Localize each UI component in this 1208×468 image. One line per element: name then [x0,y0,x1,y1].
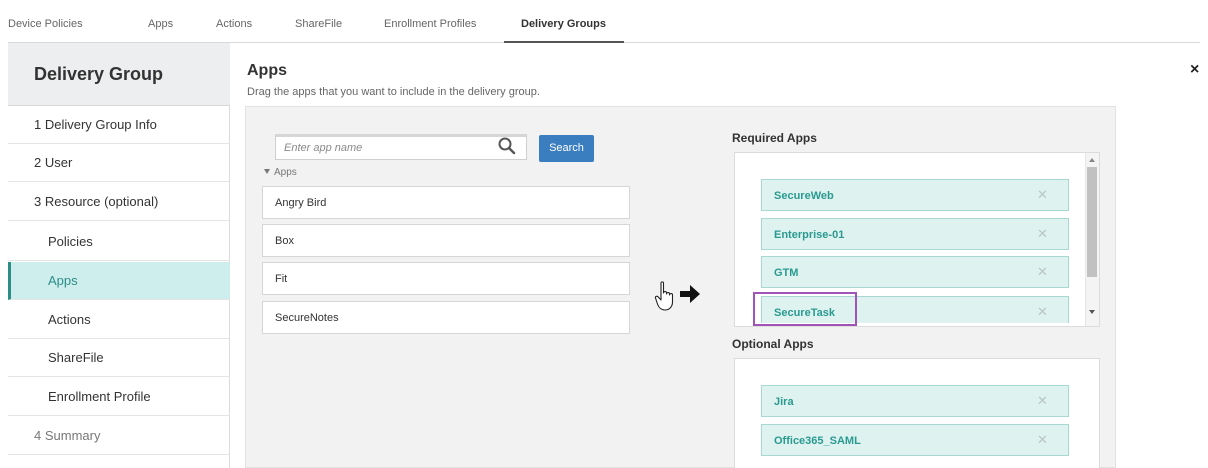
sidebar-item-label: Policies [48,234,93,249]
optional-app-chip[interactable]: Jira ✕ [761,385,1069,417]
sidebar-item-enrollment-profile[interactable]: Enrollment Profile [8,378,230,416]
tab-device-policies[interactable]: Device Policies [8,8,83,43]
chip-label: Jira [774,396,794,408]
tab-apps[interactable]: Apps [148,8,173,43]
scroll-down-icon[interactable] [1089,310,1095,314]
app-item-label: SecureNotes [275,312,339,324]
sidebar-item-resource[interactable]: 3 Resource (optional) [8,183,230,221]
sidebar: Delivery Group 1 Delivery Group Info 2 U… [8,43,230,468]
sidebar-header: Delivery Group [8,43,230,106]
highlight-frame [753,292,857,326]
app-item-label: Box [275,235,294,247]
remove-icon[interactable]: ✕ [1037,226,1048,242]
chip-label: Enterprise-01 [774,229,845,241]
sidebar-item-apps[interactable]: Apps [8,262,230,300]
available-app-item[interactable]: Box [262,224,630,257]
app-item-label: Angry Bird [275,197,327,209]
sidebar-item-user[interactable]: 2 User [8,144,230,182]
chip-label: GTM [774,267,799,279]
sidebar-item-sharefile[interactable]: ShareFile [8,339,230,377]
sidebar-item-label: 3 Resource (optional) [34,194,159,209]
close-icon[interactable]: × [1190,61,1199,79]
remove-icon[interactable]: ✕ [1037,187,1048,203]
sidebar-item-label: ShareFile [48,350,104,365]
sidebar-item-label: 1 Delivery Group Info [34,117,157,132]
search-field [275,134,527,160]
available-app-item[interactable]: Fit [262,262,630,295]
sidebar-item-label: 2 User [34,155,73,170]
top-tab-bar: Device Policies Apps Actions ShareFile E… [8,8,1200,43]
tab-enrollment-profiles[interactable]: Enrollment Profiles [384,8,476,43]
available-app-item[interactable]: SecureNotes [262,301,630,334]
tab-actions[interactable]: Actions [216,8,252,43]
page-subtitle: Drag the apps that you want to include i… [247,86,540,98]
remove-icon[interactable]: ✕ [1037,304,1048,320]
page-title: Apps [247,62,287,79]
tab-delivery-groups[interactable]: Delivery Groups [504,8,624,43]
scroll-thumb[interactable] [1087,167,1097,277]
sidebar-item-label: Enrollment Profile [48,389,151,404]
sidebar-item-label: Actions [48,312,91,327]
required-apps-title: Required Apps [732,131,817,145]
required-app-chip[interactable]: GTM ✕ [761,256,1069,288]
remove-icon[interactable]: ✕ [1037,393,1048,409]
sidebar-item-label: 4 Summary [34,428,101,443]
chip-label: Office365_SAML [774,435,861,447]
search-button[interactable]: Search [539,135,594,162]
apps-group-toggle[interactable]: Apps [264,167,297,178]
available-app-item[interactable]: Angry Bird [262,186,630,219]
optional-app-chip[interactable]: Office365_SAML ✕ [761,424,1069,456]
caret-down-icon [264,169,270,174]
required-app-chip[interactable]: Enterprise-01 ✕ [761,218,1069,250]
sidebar-item-summary[interactable]: 4 Summary [8,417,230,455]
drag-hand-arrow-icon [654,281,700,311]
sidebar-item-delivery-group-info[interactable]: 1 Delivery Group Info [8,106,230,144]
sidebar-title: Delivery Group [34,64,164,84]
optional-apps-title: Optional Apps [732,337,814,351]
search-input[interactable] [284,140,484,156]
app-item-label: Fit [275,273,288,285]
tab-sharefile[interactable]: ShareFile [295,8,342,43]
remove-icon[interactable]: ✕ [1037,432,1048,448]
chip-label: SecureWeb [774,190,834,202]
scroll-up-icon[interactable] [1089,158,1095,162]
sidebar-item-policies[interactable]: Policies [8,223,230,261]
apps-group-label: Apps [274,167,297,178]
search-icon[interactable] [497,136,517,156]
required-app-chip[interactable]: SecureWeb ✕ [761,179,1069,211]
remove-icon[interactable]: ✕ [1037,264,1048,280]
sidebar-item-label: Apps [48,273,78,288]
sidebar-item-actions[interactable]: Actions [8,301,230,339]
